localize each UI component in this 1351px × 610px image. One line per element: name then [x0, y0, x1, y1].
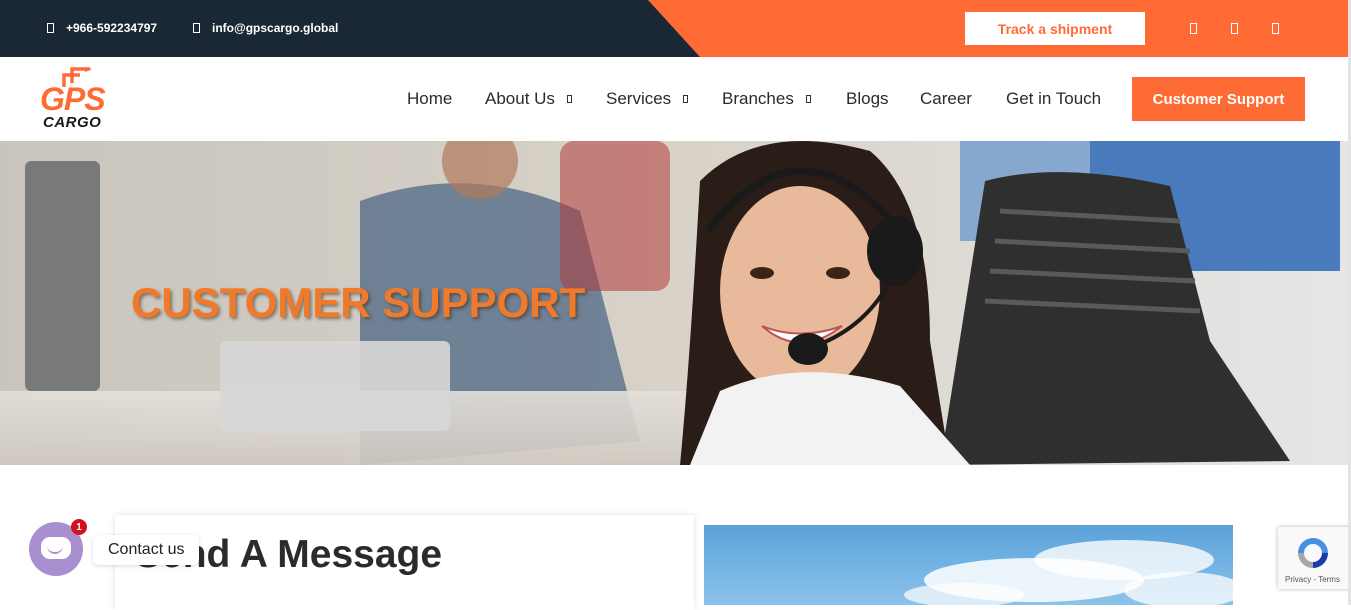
nav-label: Blogs: [846, 89, 889, 108]
sky-photo: [704, 525, 1233, 605]
phone-number: +966-592234797: [66, 21, 158, 35]
track-shipment-button[interactable]: Track a shipment: [965, 12, 1145, 45]
nav-item-home[interactable]: Home: [407, 87, 452, 111]
social-icon[interactable]: [1231, 23, 1238, 34]
contact-us-label[interactable]: Contact us: [93, 535, 200, 565]
customer-support-button[interactable]: Customer Support: [1132, 77, 1305, 121]
nav-label: Branches: [722, 89, 794, 108]
nav-item-about-us[interactable]: About Us: [485, 87, 572, 111]
nav-item-branches[interactable]: Branches: [722, 87, 811, 111]
nav-item-get-in-touch[interactable]: Get in Touch: [1006, 87, 1101, 111]
gps-cargo-logo[interactable]: GPS CARGO: [38, 67, 118, 133]
hero-banner: CUSTOMER SUPPORT: [0, 141, 1351, 465]
chat-notification-badge: 1: [71, 519, 87, 535]
dropdown-caret-icon: [566, 95, 572, 103]
hero-title: CUSTOMER SUPPORT: [131, 279, 586, 326]
nav-label: Home: [407, 89, 453, 108]
phone-icon: [47, 23, 54, 33]
recaptcha-icon: [1298, 538, 1328, 568]
top-bar: +966-592234797 info@gpscargo.global Trac…: [0, 0, 1351, 57]
logo-text-gps: GPS: [40, 81, 106, 117]
email-contact[interactable]: info@gpscargo.global: [193, 18, 338, 38]
logo-text-cargo: CARGO: [43, 114, 102, 131]
social-icon[interactable]: [1272, 23, 1279, 34]
nav-item-blogs[interactable]: Blogs: [846, 87, 889, 111]
site-header: GPS CARGO Home About Us Services Branche…: [0, 57, 1351, 141]
nav-label: Career: [920, 89, 972, 108]
phone-contact[interactable]: +966-592234797: [47, 18, 157, 38]
sky-image: [704, 525, 1233, 605]
send-message-card: Send A Message: [115, 515, 694, 610]
recaptcha-links[interactable]: Privacy - Terms: [1285, 575, 1340, 584]
nav-item-services[interactable]: Services: [606, 87, 689, 111]
social-icon[interactable]: [1190, 23, 1197, 34]
nav-label: Get in Touch: [1006, 89, 1102, 108]
email-address: info@gpscargo.global: [212, 21, 339, 35]
nav-item-career[interactable]: Career: [920, 87, 972, 111]
dropdown-caret-icon: [805, 95, 811, 103]
dropdown-caret-icon: [683, 95, 689, 103]
nav-label: Services: [606, 89, 672, 108]
envelope-icon: [193, 23, 200, 33]
recaptcha-badge[interactable]: Privacy - Terms: [1278, 527, 1351, 589]
nav-label: About Us: [485, 89, 555, 108]
